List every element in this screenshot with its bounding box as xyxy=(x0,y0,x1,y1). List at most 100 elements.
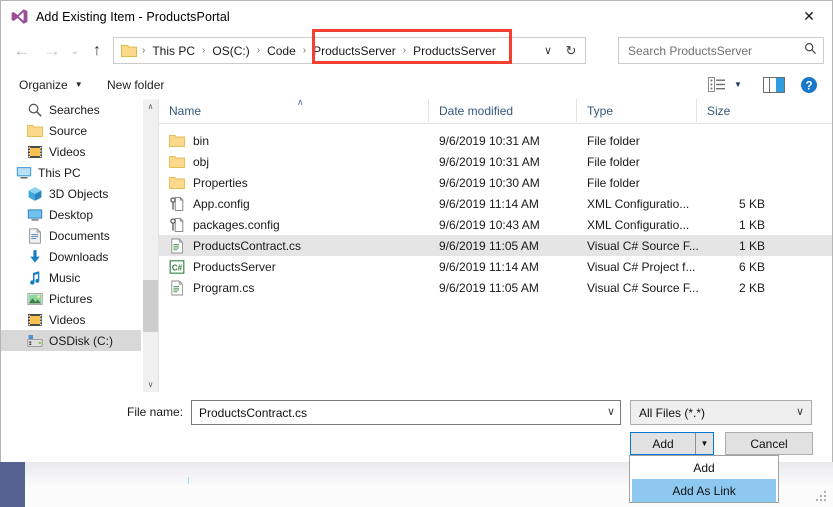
menu-item-add-as-link[interactable]: Add As Link xyxy=(632,479,776,502)
sidebar-item-label: Documents xyxy=(49,228,110,243)
sidebar-item-videos[interactable]: Videos xyxy=(1,309,141,330)
title-bar: Add Existing Item - ProductsPortal ✕ xyxy=(1,1,832,32)
address-bar[interactable]: › This PC › OS(C:) › Code › ProductsServ… xyxy=(113,37,586,64)
column-header-name[interactable]: Name xyxy=(159,99,429,122)
sidebar-item-label: Videos xyxy=(49,312,86,327)
sidebar-item-label: Source xyxy=(49,123,88,138)
table-row[interactable]: bin 9/6/2019 10:31 AM File folder xyxy=(159,130,832,151)
add-existing-item-dialog: Add Existing Item - ProductsPortal ✕ ← →… xyxy=(0,0,833,462)
back-icon[interactable]: ← xyxy=(9,38,35,64)
resize-grip[interactable] xyxy=(816,491,828,503)
file-type-filter-select[interactable]: All Files (*.*) ∨ xyxy=(630,400,812,425)
scroll-up-icon[interactable]: ∧ xyxy=(143,99,158,114)
disk-icon xyxy=(27,333,43,349)
navigation-pane-scrollbar[interactable]: ∧ ∨ xyxy=(142,99,158,392)
add-split-button[interactable]: Add ▼ xyxy=(630,432,714,455)
breadcrumb-item-productsserver[interactable]: ProductsServer xyxy=(409,42,500,60)
cancel-button[interactable]: Cancel xyxy=(725,432,813,455)
file-name-value: ProductsContract.cs xyxy=(199,405,308,420)
scroll-down-icon[interactable]: ∨ xyxy=(143,377,158,392)
downloads-icon xyxy=(27,249,43,265)
breadcrumb-item-productsserver-parent[interactable]: ProductsServer xyxy=(309,42,400,60)
up-icon[interactable]: ↑ xyxy=(85,38,109,64)
search-icon xyxy=(804,42,817,58)
recent-locations-icon[interactable]: ⌄ xyxy=(65,38,85,64)
navigation-pane: Searches Source Videos This PC 3D Objects Des… xyxy=(1,99,141,392)
breadcrumb-separator: › xyxy=(256,45,261,56)
file-row-date-cell: 9/6/2019 10:43 AM xyxy=(439,217,540,232)
dialog-content: Searches Source Videos This PC 3D Objects Des… xyxy=(1,97,832,392)
file-list: ∧ Name Date modified Type Size bin 9/6/20… xyxy=(159,97,832,392)
file-row-date-cell: 9/6/2019 10:30 AM xyxy=(439,175,540,190)
breadcrumb-item-this-pc[interactable]: This PC xyxy=(148,42,199,60)
view-chevron-down-icon[interactable]: ▼ xyxy=(734,73,742,96)
sidebar-item-this-pc[interactable]: This PC xyxy=(1,162,141,183)
file-row-size-cell: 1 KB xyxy=(738,238,765,253)
breadcrumb: › This PC › OS(C:) › Code › ProductsServ… xyxy=(139,42,500,60)
add-dropdown-arrow-icon[interactable]: ▼ xyxy=(695,433,713,454)
file-name-text: obj xyxy=(193,154,210,169)
sidebar-item-downloads[interactable]: Downloads xyxy=(1,246,141,267)
sidebar-item-music[interactable]: Music xyxy=(1,267,141,288)
chevron-down-icon[interactable]: ∨ xyxy=(538,38,558,63)
this-pc-icon xyxy=(16,165,32,181)
column-header-date-modified[interactable]: Date modified xyxy=(429,99,577,122)
table-row[interactable]: Properties 9/6/2019 10:30 AM File folder xyxy=(159,172,832,193)
table-row[interactable]: Program.cs 9/6/2019 11:05 AM Visual C# Sou… xyxy=(159,277,832,298)
visual-studio-icon xyxy=(10,8,28,26)
organize-button[interactable]: Organize ▼ xyxy=(19,74,83,95)
sidebar-item-searches[interactable]: Searches xyxy=(1,99,141,120)
sidebar-item-label: Desktop xyxy=(49,207,94,222)
search-input[interactable]: Search ProductsServer xyxy=(618,37,824,64)
column-header-type[interactable]: Type xyxy=(577,99,697,122)
videos-icon xyxy=(27,144,43,160)
refresh-icon[interactable]: ↻ xyxy=(559,38,583,63)
organize-label: Organize xyxy=(19,77,68,92)
column-header-size[interactable]: Size xyxy=(697,99,772,122)
table-row[interactable]: packages.config 9/6/2019 10:43 AM XML Conf… xyxy=(159,214,832,235)
cs-source-icon xyxy=(169,279,185,296)
xml-config-icon xyxy=(169,217,185,233)
file-row-name-cell: Program.cs xyxy=(169,277,429,298)
menu-item-add[interactable]: Add xyxy=(630,456,778,479)
close-icon[interactable]: ✕ xyxy=(786,1,832,31)
command-bar: Organize ▼ New folder ▼ ? xyxy=(1,69,832,100)
file-name-text: Properties xyxy=(193,175,248,190)
xml-config-icon xyxy=(169,196,185,212)
search-placeholder: Search ProductsServer xyxy=(628,43,753,58)
sidebar-item-3d-objects[interactable]: 3D Objects xyxy=(1,183,141,204)
table-row[interactable]: obj 9/6/2019 10:31 AM File folder xyxy=(159,151,832,172)
pictures-icon xyxy=(27,291,43,307)
file-row-date-cell: 9/6/2019 11:05 AM xyxy=(439,280,539,295)
forward-icon[interactable]: → xyxy=(39,38,65,64)
screenshot-root: Add Existing Item - ProductsPortal ✕ ← →… xyxy=(0,0,833,507)
breadcrumb-item-os-c[interactable]: OS(C:) xyxy=(208,42,253,60)
folder-icon xyxy=(169,154,185,170)
add-button[interactable]: Add xyxy=(631,433,695,454)
file-row-date-cell: 9/6/2019 11:14 AM xyxy=(439,259,539,274)
sidebar-item-osdisk-c[interactable]: OSDisk (C:) xyxy=(1,330,141,351)
sidebar-item-source[interactable]: Source xyxy=(1,120,141,141)
chevron-down-icon[interactable]: ∨ xyxy=(796,405,804,418)
breadcrumb-item-code[interactable]: Code xyxy=(263,42,300,60)
sidebar-item-documents[interactable]: Documents xyxy=(1,225,141,246)
sidebar-item-label: Music xyxy=(49,270,81,285)
view-list-icon[interactable] xyxy=(708,73,725,96)
new-folder-button[interactable]: New folder xyxy=(107,74,164,95)
sidebar-item-desktop[interactable]: Desktop xyxy=(1,204,141,225)
scrollbar-thumb[interactable] xyxy=(143,280,158,332)
chevron-down-icon[interactable]: ∨ xyxy=(607,405,615,418)
table-row[interactable]: ProductsContract.cs 9/6/2019 11:05 AM Visu… xyxy=(159,235,832,256)
file-row-name-cell: packages.config xyxy=(169,214,429,235)
help-icon[interactable]: ? xyxy=(800,73,818,96)
sidebar-item-videos[interactable]: Videos xyxy=(1,141,141,162)
table-row[interactable]: App.config 9/6/2019 11:14 AM XML Configura… xyxy=(159,193,832,214)
table-row[interactable]: C# ProductsServer 9/6/2019 11:14 AM Visual … xyxy=(159,256,832,277)
sidebar-item-pictures[interactable]: Pictures xyxy=(1,288,141,309)
file-name-text: ProductsServer xyxy=(193,259,276,274)
file-row-type-cell: Visual C# Source F... xyxy=(587,238,699,253)
file-row-size-cell: 1 KB xyxy=(738,217,765,232)
preview-pane-icon[interactable] xyxy=(763,73,785,96)
file-name-input[interactable]: ProductsContract.cs ∨ xyxy=(191,400,621,425)
chevron-down-icon: ▼ xyxy=(74,80,83,89)
